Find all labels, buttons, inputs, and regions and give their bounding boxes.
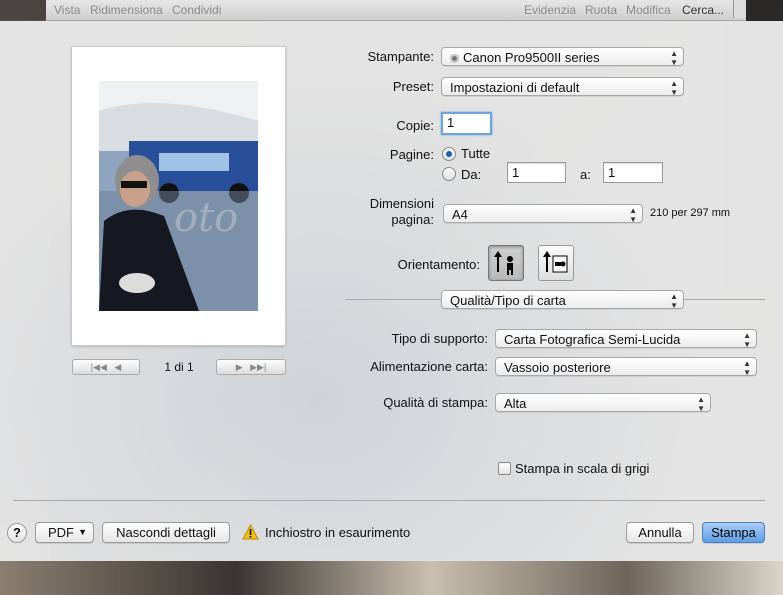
help-button[interactable]: ?	[7, 523, 27, 543]
paper-size-label-line1: Dimensioni	[369, 196, 434, 211]
next-page-icon[interactable]: ▶	[236, 362, 243, 372]
cancel-button[interactable]: Annulla	[626, 522, 694, 543]
pages-from-field[interactable]: 1	[507, 162, 566, 183]
paper-size-label: Dimensioni pagina:	[330, 196, 434, 228]
copies-field[interactable]: 1	[441, 112, 492, 135]
paper-size-label-line2: pagina:	[391, 212, 434, 227]
popup-arrows-icon: ▲ ▼	[697, 395, 705, 412]
media-type-label: Tipo di supporto:	[391, 331, 488, 346]
pages-from-label: Da:	[461, 167, 482, 182]
grayscale-checkbox[interactable]	[498, 462, 511, 475]
pdf-menu-button[interactable]: PDF ▼	[35, 522, 94, 543]
popup-arrows-icon: ▲ ▼	[743, 359, 751, 376]
print-quality-select[interactable]: Alta ▲ ▼	[495, 393, 711, 412]
popup-arrows-icon: ▲ ▼	[743, 331, 751, 348]
toolbar-item-condividi[interactable]: Condividi	[172, 3, 221, 17]
pages-all-label: Tutte	[461, 146, 491, 161]
landscape-orientation-button[interactable]	[538, 245, 574, 281]
prev-page-icon[interactable]: ◀	[114, 362, 121, 372]
preset-value: Impostazioni di default	[450, 80, 580, 95]
media-type-value: Carta Fotografica Semi-Lucida	[504, 332, 681, 347]
section-value: Qualità/Tipo di carta	[450, 293, 566, 308]
toolbar-item-ridimensiona[interactable]: Ridimensiona	[90, 3, 163, 17]
footer-divider	[13, 500, 765, 501]
portrait-orientation-button[interactable]	[488, 245, 524, 281]
paper-size-select[interactable]: A4 ▲ ▼	[443, 204, 643, 223]
orientation-label: Orientamento:	[397, 257, 480, 272]
page-indicator: 1 di 1	[164, 360, 194, 374]
toolbar-item-vista[interactable]: Vista	[54, 3, 80, 17]
print-quality-label: Qualità di stampa:	[383, 395, 488, 410]
toolbar-item-modifica[interactable]: Modifica	[626, 3, 671, 17]
paper-source-value: Vassoio posteriore	[504, 360, 611, 375]
printer-select[interactable]: Canon Pro9500II series ▲ ▼	[441, 47, 684, 66]
preview-first-prev-buttons[interactable]: |◀◀ ◀	[72, 359, 140, 375]
window-edge-button	[733, 0, 746, 18]
pages-label: Pagine:	[389, 147, 434, 162]
last-page-icon[interactable]: ▶▶|	[250, 362, 266, 372]
toolbar-item-ruota[interactable]: Ruota	[585, 3, 617, 17]
background-photo-strip	[0, 560, 783, 595]
warning-icon	[242, 523, 259, 540]
popup-arrows-icon: ▲ ▼	[629, 206, 637, 223]
section-select[interactable]: Qualità/Tipo di carta ▲ ▼	[441, 290, 684, 309]
portrait-orientation-icon	[494, 251, 513, 275]
chevron-down-icon: ▼	[78, 527, 87, 537]
paper-size-value: A4	[452, 207, 468, 222]
grayscale-label: Stampa in scala di grigi	[515, 461, 650, 476]
printer-label: Stampante:	[367, 49, 435, 64]
popup-arrows-icon: ▲ ▼	[670, 292, 678, 309]
pages-all-radio[interactable]	[442, 147, 456, 161]
low-ink-warning: Inchiostro in esaurimento	[265, 525, 411, 540]
preset-select[interactable]: Impostazioni di default ▲ ▼	[441, 77, 684, 96]
pdf-label: PDF	[48, 525, 74, 540]
print-quality-value: Alta	[504, 396, 527, 411]
paper-source-select[interactable]: Vassoio posteriore ▲ ▼	[495, 357, 757, 376]
printer-value: Canon Pro9500II series	[463, 50, 600, 65]
paper-source-label: Alimentazione carta:	[370, 359, 488, 374]
pages-to-label: a:	[580, 167, 591, 182]
preview-next-last-buttons[interactable]: ▶ ▶▶|	[216, 359, 286, 375]
toolbar-search[interactable]: Cerca...	[682, 3, 724, 17]
copies-label: Copie:	[396, 118, 434, 133]
preset-label: Preset:	[392, 79, 434, 94]
pages-range-radio[interactable]	[442, 167, 456, 181]
paper-dimensions: 210 per 297 mm	[650, 207, 731, 219]
popup-arrows-icon: ▲ ▼	[670, 49, 678, 66]
landscape-orientation-icon	[543, 251, 568, 273]
pages-to-field[interactable]: 1	[603, 162, 663, 183]
media-type-select[interactable]: Carta Fotografica Semi-Lucida ▲ ▼	[495, 329, 757, 348]
toolbar-item-evidenzia[interactable]: Evidenzia	[524, 3, 576, 17]
hide-details-button[interactable]: Nascondi dettagli	[102, 522, 230, 543]
print-button[interactable]: Stampa	[702, 522, 765, 543]
preview-toolbar: Vista Ridimensiona Condividi Evidenzia R…	[46, 0, 746, 21]
preview-photo: oto	[99, 81, 258, 311]
popup-arrows-icon: ▲ ▼	[670, 79, 678, 96]
printer-status-icon	[450, 54, 459, 63]
first-page-icon[interactable]: |◀◀	[91, 362, 107, 372]
